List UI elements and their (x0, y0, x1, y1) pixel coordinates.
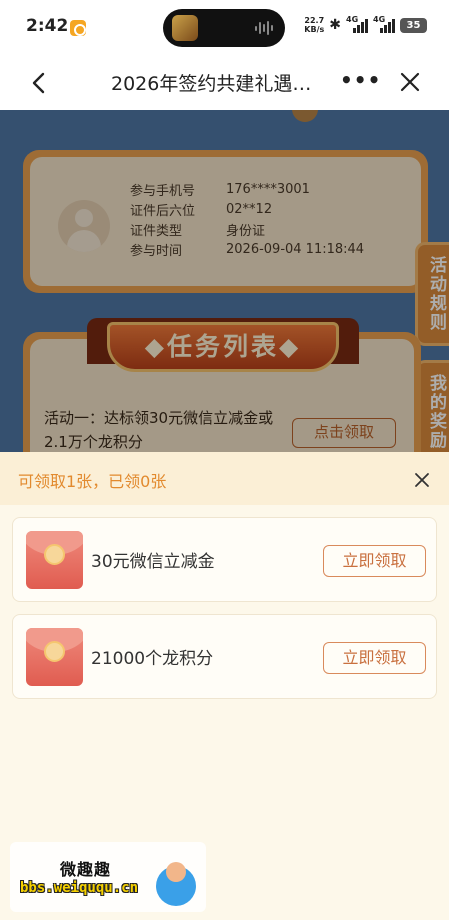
coupon-title: 30元微信立减金 (91, 552, 215, 572)
page-title: 2026年签约共建礼遇… (111, 73, 312, 95)
coupon-item: 30元微信立减金 立即领取 (12, 517, 437, 602)
status-icons: 22.7 KB/s ✱ 4G 4G 35 (304, 15, 427, 34)
close-icon[interactable] (396, 68, 424, 96)
dynamic-island[interactable] (163, 9, 285, 47)
notification-app-icon (70, 20, 86, 36)
title-bar: 2026年签约共建礼遇… ••• (0, 56, 449, 110)
network-speed: 22.7 KB/s (304, 16, 324, 34)
watermark-name: 微趣趣 (60, 860, 112, 879)
red-envelope-icon (26, 531, 83, 589)
audio-wave-icon (255, 21, 275, 35)
claim-now-button[interactable]: 立即领取 (323, 642, 426, 674)
status-bar: 2:42 22.7 KB/s ✱ 4G 4G 35 (0, 0, 449, 56)
battery-icon: 35 (400, 17, 427, 33)
signal-icon: 4G (346, 15, 368, 33)
red-envelope-icon (26, 628, 83, 686)
network-speed-value: 22.7 (304, 16, 325, 25)
more-icon[interactable]: ••• (340, 67, 380, 97)
claim-now-button[interactable]: 立即领取 (323, 545, 426, 577)
signal-icon: 4G (373, 15, 395, 33)
bluetooth-icon: ✱ (329, 17, 341, 33)
close-icon[interactable] (410, 468, 434, 492)
status-time: 2:42 (26, 16, 69, 36)
watermark: 微趣趣 bbs.weiququ.cn (10, 842, 206, 912)
sheet-header: 可领取1张，已领0张 (0, 452, 449, 505)
back-icon[interactable] (24, 68, 54, 98)
watermark-url: bbs.weiququ.cn (20, 880, 139, 896)
coupon-title: 21000个龙积分 (91, 649, 214, 669)
claim-count-text: 可领取1张，已领0张 (18, 472, 167, 491)
coupon-item: 21000个龙积分 立即领取 (12, 614, 437, 699)
network-speed-unit: KB/s (304, 25, 325, 34)
media-artwork-icon (172, 15, 198, 41)
mascot-icon (156, 862, 196, 906)
